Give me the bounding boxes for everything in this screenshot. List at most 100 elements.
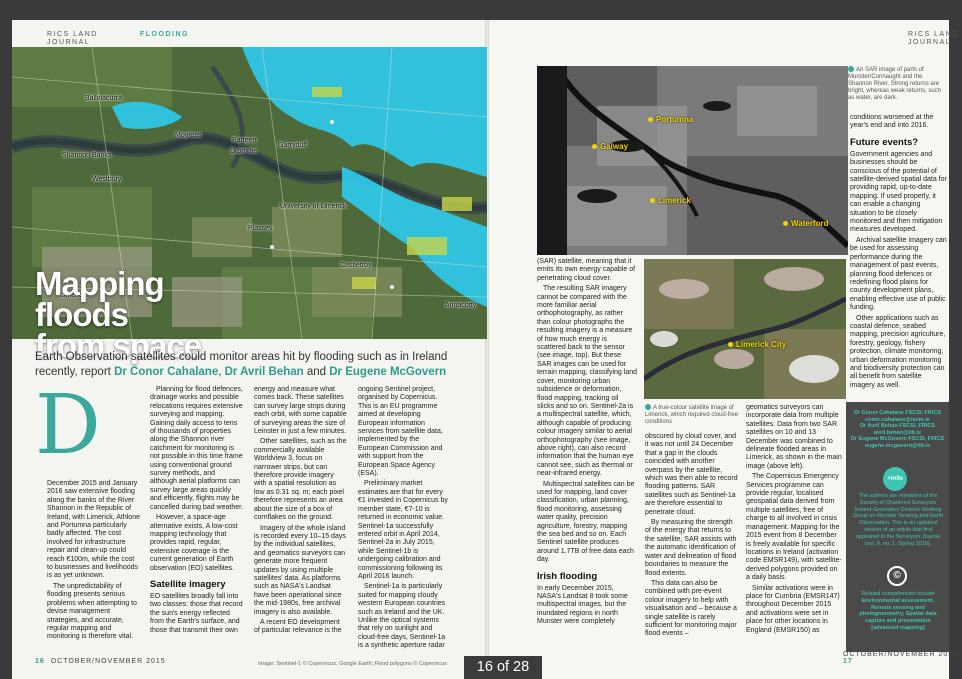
paragraph: December 2015 and January 2016 saw exten… xyxy=(47,480,140,580)
map-label-castletroy: Castletroy xyxy=(340,262,372,269)
article-title: Mapping floods from space xyxy=(35,265,235,362)
footer-right: OCTOBER/NOVEMBER 2015 17 xyxy=(843,651,962,665)
map-label-shannon-banks: Shannon Banks xyxy=(62,152,112,159)
author-name: Dr Conor Cahalane FSCSI, FRICS xyxy=(853,410,942,416)
paragraph: The unpredictability of flooding present… xyxy=(47,582,137,641)
map-label-garryduff: Garryduff xyxy=(278,142,308,149)
subhead-irish-flooding: Irish flooding xyxy=(537,570,598,582)
paragraph: energy and measure what comes back. Thes… xyxy=(254,386,347,436)
place-label: Galway xyxy=(600,142,629,151)
column-3: energy and measure what comes back. Thes… xyxy=(254,386,347,638)
paragraph: Archival satellite imagery can be used f… xyxy=(850,236,947,312)
place-label: Portumna xyxy=(656,115,694,124)
paragraph: This data can also be combined with pre-… xyxy=(645,579,737,638)
column-4: ongoing Sentinel project, organised by C… xyxy=(358,386,451,653)
section-tag: FLOODING xyxy=(140,31,189,38)
column-6: obscured by cloud cover, and it was not … xyxy=(645,433,740,641)
paragraph: geomatics surveyors can incorporate data… xyxy=(746,404,842,470)
subhead-satellite-imagery: Satellite imagery xyxy=(150,578,226,590)
paragraph: Other satellites, such as the commercial… xyxy=(254,438,347,522)
author-contacts: Dr Conor Cahalane FSCSI, FRICS conor.cah… xyxy=(850,410,945,450)
caption-bullet-icon xyxy=(645,404,651,410)
place-label: Waterford xyxy=(791,219,829,228)
map-label-westbury: Westbury xyxy=(92,176,122,183)
location-dot-icon xyxy=(650,198,655,203)
info-text: The authors are members of the Society o… xyxy=(852,493,944,547)
author-name: Dr Avril Behan FSCSI, FRICS xyxy=(859,423,936,430)
column-1: December 2015 and January 2016 saw exten… xyxy=(47,480,140,644)
journal-name-line2-right: JOURNAL xyxy=(908,39,952,46)
paragraph: (SAR) satellite, meaning that it emits i… xyxy=(537,258,636,282)
paragraph: Other applications such as coastal defen… xyxy=(850,314,946,389)
author-2: Dr Avril Behan xyxy=(224,366,304,378)
title-line1: Mapping floods xyxy=(35,265,165,333)
image-credit: Image: Sentinel-1 © Copernicus, Google E… xyxy=(258,661,447,667)
author-email-link[interactable]: eugene.mcgovern@dit.ie xyxy=(850,443,945,450)
paragraph: The resulting SAR imagery cannot be comp… xyxy=(537,285,637,478)
caption-text: An SAR image of parts of Munster/Connaug… xyxy=(848,67,942,101)
paragraph: Planning for flood defences, drainage wo… xyxy=(150,386,244,511)
author-email-link[interactable]: conor.cahalane@nuim.ie xyxy=(850,417,945,424)
paragraph: obscured by cloud cover, and it was not … xyxy=(645,433,738,516)
location-dot-icon xyxy=(648,117,653,122)
page-counter[interactable]: 16 of 28 xyxy=(464,656,542,679)
true-colour-graphic xyxy=(644,259,846,399)
place-galway: Galway xyxy=(592,142,628,151)
paragraph: ongoing Sentinel project, organised by C… xyxy=(358,386,443,478)
caption-true-colour: A true-colour satellite image of Limeric… xyxy=(645,404,745,426)
place-limerick: Limerick xyxy=(650,196,691,205)
journal-name-line1-right: RICS LAND xyxy=(908,31,959,38)
journal-name-line1: RICS LAND xyxy=(47,31,98,38)
competencies-lead: Related competencies include xyxy=(861,591,935,597)
paragraph: EO satellites broadly fall into two clas… xyxy=(150,592,243,634)
issue-date-left: OCTOBER/NOVEMBER 2015 xyxy=(50,658,166,665)
place-waterford: Waterford xyxy=(783,219,828,228)
author-3: Dr Eugene McGovern xyxy=(329,366,447,378)
column-2: Planning for flood defences, drainage wo… xyxy=(150,386,243,637)
paragraph: By measuring the strength of the energy … xyxy=(645,519,737,577)
caption-bullet-icon xyxy=(848,66,854,72)
location-dot-icon xyxy=(728,342,733,347)
map-label-annacotty: Annacotty xyxy=(445,302,477,309)
column-5: (SAR) satellite, meaning that it emits i… xyxy=(537,258,637,629)
map-label-university-of-limerick: University of Limerick xyxy=(280,203,347,210)
page-number-left: 16 xyxy=(35,658,45,665)
document-viewer: RICS LAND JOURNAL FLOODING RICS LAND JOU… xyxy=(0,0,962,679)
standfirst: Earth Observation satellites could monit… xyxy=(35,351,448,378)
drop-cap: D xyxy=(35,378,101,473)
footer-left: 16 OCTOBER/NOVEMBER 2015 xyxy=(35,658,166,665)
competencies-list: Environmental assessment, Remote sensing… xyxy=(859,597,937,631)
subhead-future-events: Future events? xyxy=(850,136,919,148)
map-label-parteen: Parteen xyxy=(232,137,257,144)
paragraph: A recent EO development of particular re… xyxy=(254,618,342,635)
caption-text: A true-colour satellite image of Limeric… xyxy=(645,405,739,425)
place-limerick-city: Limerick City xyxy=(728,340,786,349)
paragraph: However, a space-age alternative exists.… xyxy=(150,514,238,572)
paragraph: The Copernicus Emergency Services progra… xyxy=(746,473,842,582)
competencies: Related competencies include Environment… xyxy=(852,591,944,632)
map-label-ballinacurra: Ballinacurra xyxy=(85,95,122,102)
paragraph: Sentinel-1a is particularly suited for m… xyxy=(358,583,446,650)
journal-header-left: RICS LAND JOURNAL xyxy=(47,31,98,47)
location-dot-icon xyxy=(783,221,788,226)
standfirst-and: and xyxy=(306,366,327,378)
paragraph: conditions worsened at the year's end an… xyxy=(850,114,934,130)
map-label-moyross: Moyross xyxy=(175,132,202,139)
journal-header-right: RICS LAND JOURNAL xyxy=(908,31,959,47)
location-dot-icon xyxy=(592,144,597,149)
place-portumna: Portumna xyxy=(648,115,693,124)
author-1: Dr Conor Cahalane xyxy=(114,366,219,378)
paragraph: Imagery of the whole island is recorded … xyxy=(254,524,346,616)
paragraph: Multispectral satellites can be used for… xyxy=(537,480,635,564)
map-label-dromroe: Dromroe xyxy=(230,148,258,155)
paragraph: Preliminary market estimates are that fo… xyxy=(358,480,448,580)
paragraph: Government agencies and businesses shoul… xyxy=(850,150,947,234)
paragraph: In early December 2015, NASA's Landsat 8… xyxy=(537,584,628,626)
place-label: Limerick City xyxy=(736,340,787,349)
author-name: Dr Eugene McGovern FSCSI, FRICS xyxy=(850,436,945,443)
place-label: Limerick xyxy=(658,196,691,205)
author-email-link[interactable]: avril.behan@dit.ie xyxy=(850,430,945,437)
journal-name-line2: JOURNAL xyxy=(47,39,91,46)
column-7: geomatics surveyors can incorporate data… xyxy=(746,404,843,637)
caption-sar: An SAR image of parts of Munster/Connaug… xyxy=(848,66,948,102)
